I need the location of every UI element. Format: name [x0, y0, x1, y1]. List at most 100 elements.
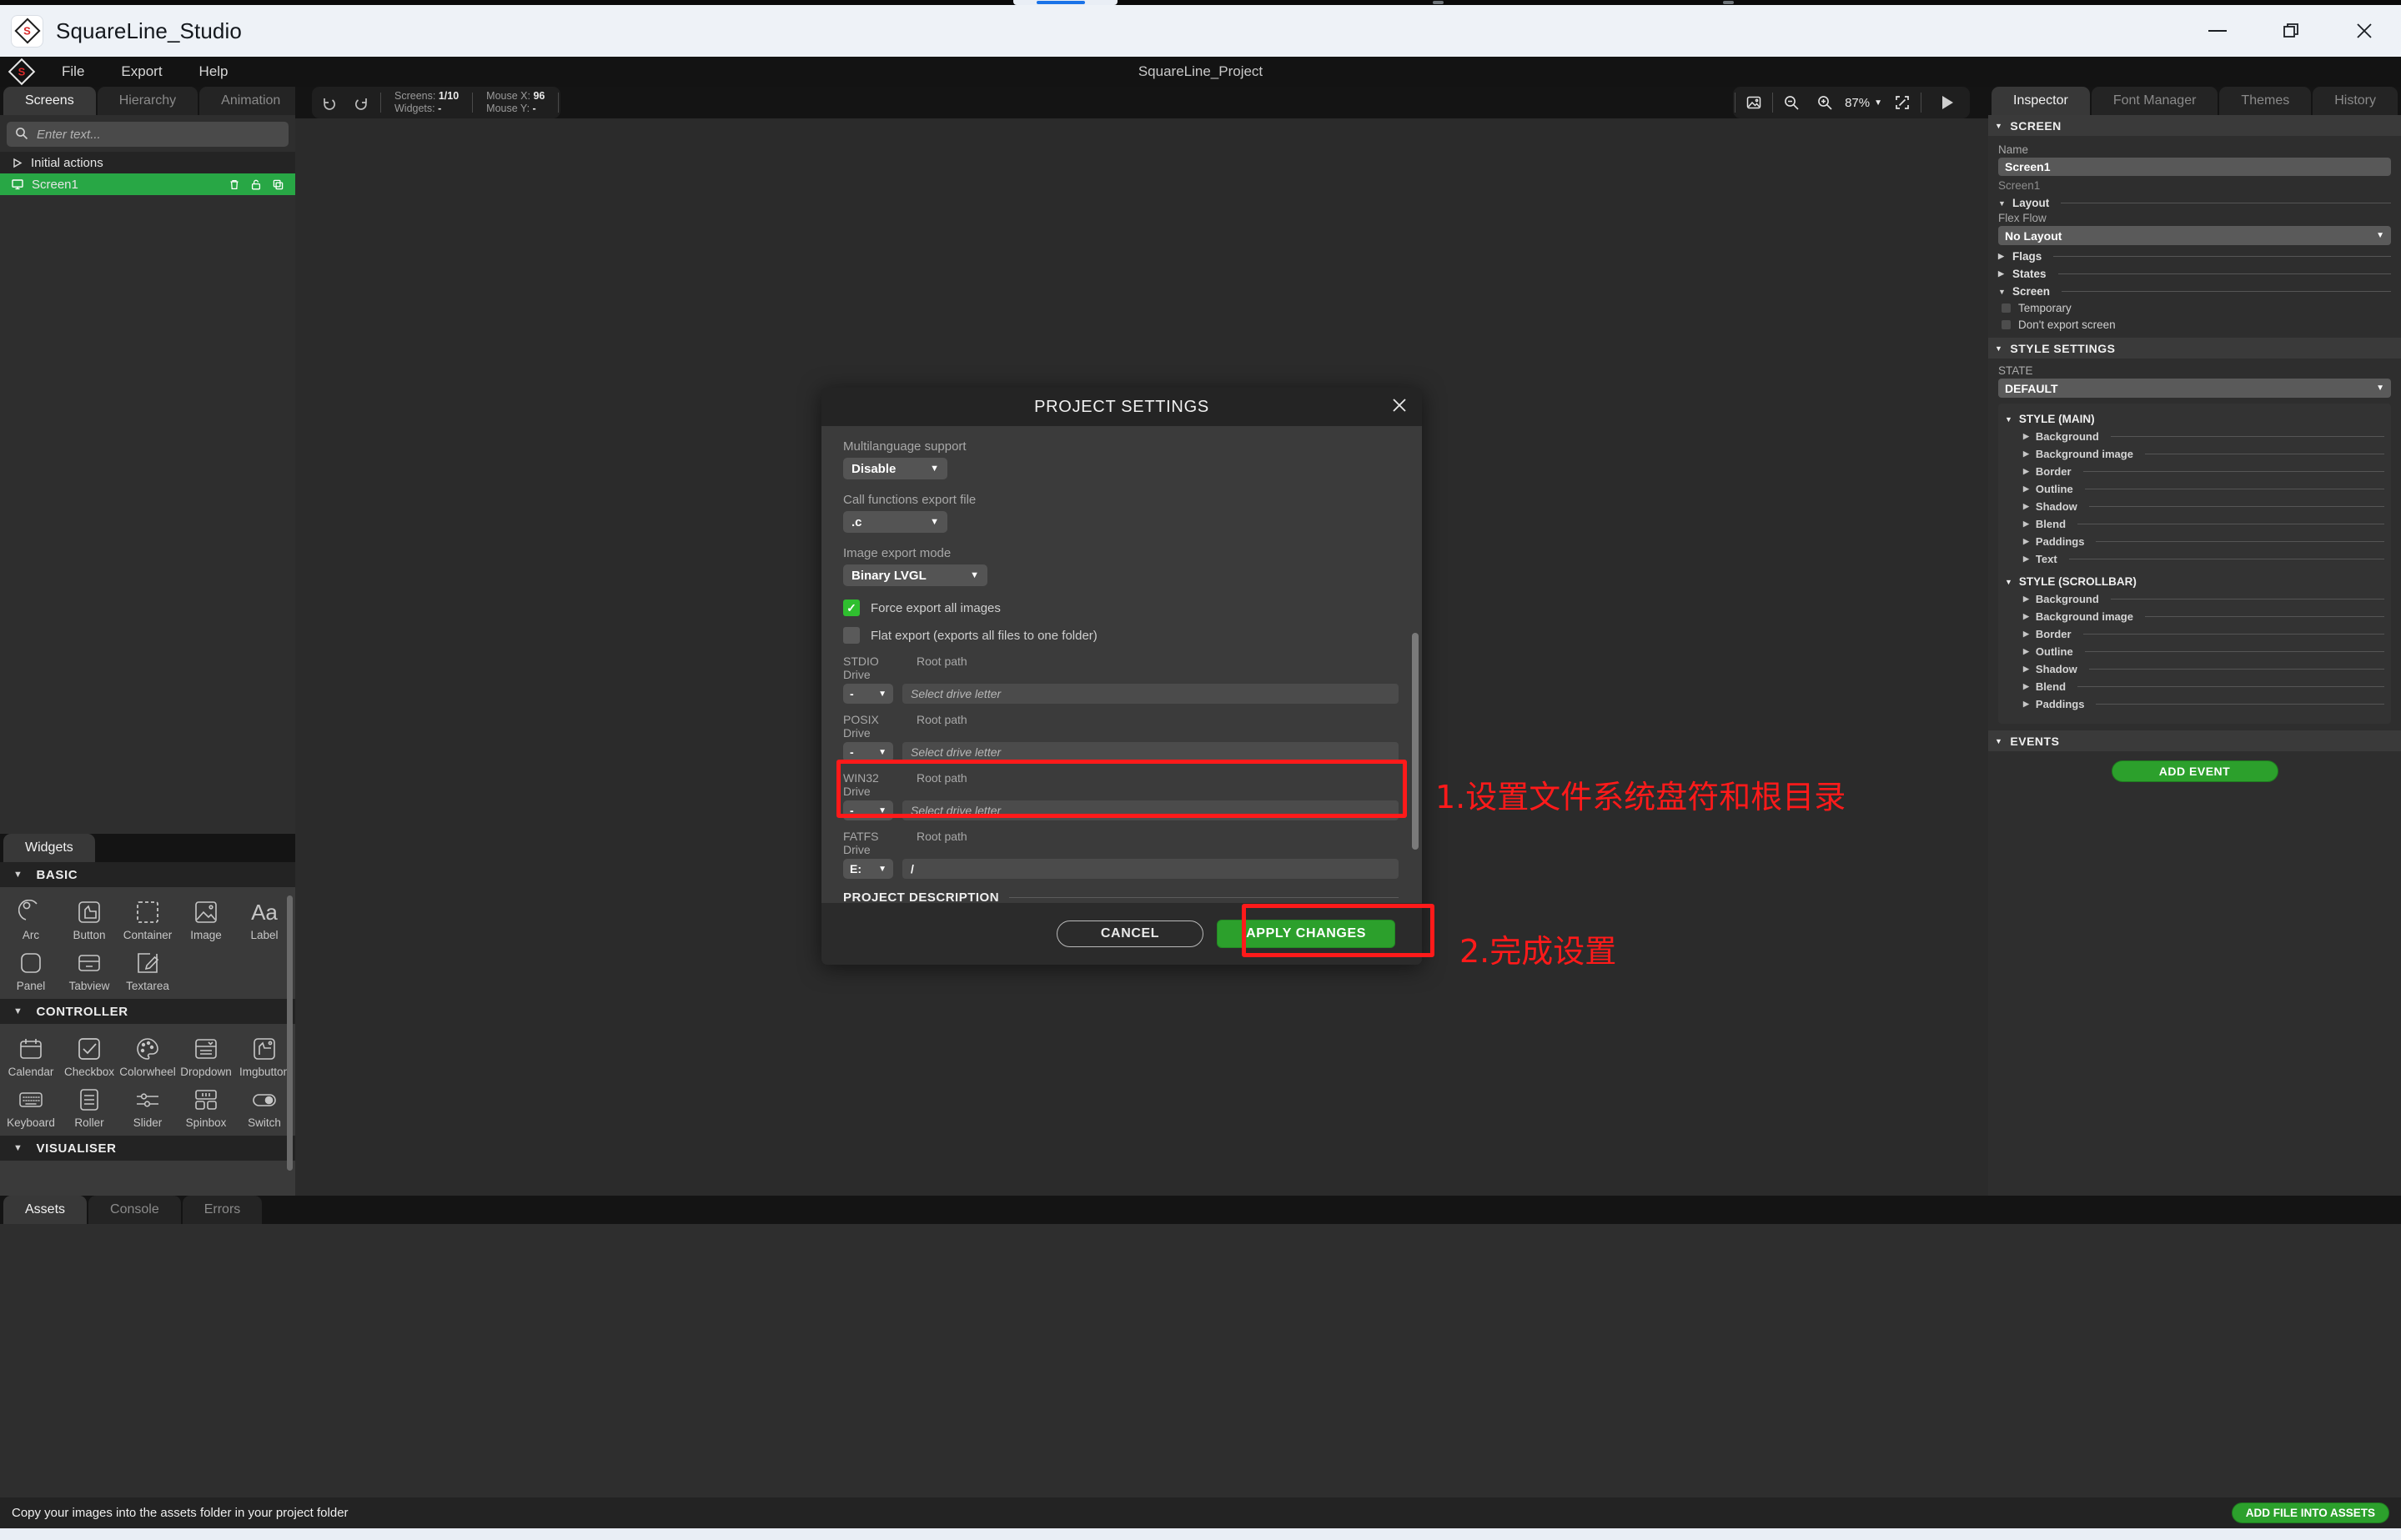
widget-colorwheel[interactable]: Colorwheel [118, 1031, 177, 1078]
widget-roller[interactable]: Roller [60, 1081, 118, 1129]
style-main-header[interactable]: ▼ STYLE (MAIN) [2005, 413, 2384, 425]
tab-animation[interactable]: Animation [199, 87, 303, 115]
fatfs-root-path-input[interactable]: / [902, 859, 1399, 879]
zoom-in-icon[interactable] [1808, 87, 1841, 118]
group-states[interactable]: ▶ States [1998, 268, 2391, 280]
stdio-root-path-input[interactable]: Select drive letter [902, 684, 1399, 704]
multilanguage-support-select[interactable]: Disable ▼ [843, 458, 947, 479]
add-event-button[interactable]: ADD EVENT [2111, 760, 2278, 782]
tab-font-manager[interactable]: Font Manager [2091, 87, 2218, 115]
close-icon[interactable] [1392, 398, 1407, 417]
zoom-level-selector[interactable]: 87% ▼ [1841, 96, 1886, 110]
tab-screens[interactable]: Screens [3, 87, 96, 115]
widget-panel[interactable]: Panel [2, 945, 60, 992]
tab-hierarchy[interactable]: Hierarchy [97, 87, 198, 115]
style-scrollbar-background[interactable]: ▶ Background [2005, 593, 2384, 605]
checkbox-flat-export[interactable]: Flat export (exports all files to one fo… [843, 627, 1399, 644]
tab-widgets[interactable]: Widgets [3, 834, 95, 862]
widget-slider[interactable]: Slider [118, 1081, 177, 1129]
section-events-header[interactable]: ▼ EVENTS [1988, 730, 2401, 751]
widget-button[interactable]: Button [60, 894, 118, 941]
checkbox-temporary[interactable]: Temporary [1998, 302, 2391, 314]
section-screen-header[interactable]: ▼ SCREEN [1988, 115, 2401, 136]
group-flags[interactable]: ▶ Flags [1998, 250, 2391, 263]
dialog-scrollbar[interactable] [1412, 633, 1419, 850]
minimize-icon[interactable] [2181, 5, 2254, 57]
style-main-background[interactable]: ▶ Background [2005, 430, 2384, 443]
screens-search-box[interactable] [7, 122, 289, 147]
cancel-button[interactable]: CANCEL [1056, 920, 1204, 947]
style-scrollbar-paddings[interactable]: ▶ Paddings [2005, 698, 2384, 710]
flex-flow-select[interactable]: No Layout ▼ [1998, 226, 2391, 245]
stdio-drive-letter-select[interactable]: - ▼ [843, 684, 893, 704]
widget-tabview[interactable]: Tabview [60, 945, 118, 992]
style-scrollbar-border[interactable]: ▶ Border [2005, 628, 2384, 640]
style-main-border[interactable]: ▶ Border [2005, 465, 2384, 478]
play-preview-icon[interactable] [1923, 87, 1970, 118]
win32-root-path-input[interactable]: Select drive letter [902, 800, 1399, 820]
screen-name-input[interactable]: Screen1 [1998, 158, 2391, 176]
unlock-icon[interactable] [251, 179, 261, 190]
undo-icon[interactable] [312, 87, 345, 118]
style-scrollbar-background-image[interactable]: ▶ Background image [2005, 610, 2384, 623]
add-file-into-assets-button[interactable]: ADD FILE INTO ASSETS [2231, 1502, 2389, 1523]
widget-category-visualiser[interactable]: ▼ VISUALISER [0, 1136, 295, 1161]
tab-history[interactable]: History [2313, 87, 2398, 115]
tab-errors[interactable]: Errors [182, 1196, 263, 1224]
tab-assets[interactable]: Assets [3, 1196, 88, 1224]
widget-label[interactable]: Aa Label [235, 894, 294, 941]
widget-dropdown[interactable]: Dropdown [177, 1031, 235, 1078]
style-main-paddings[interactable]: ▶ Paddings [2005, 535, 2384, 548]
style-main-blend[interactable]: ▶ Blend [2005, 518, 2384, 530]
menu-export[interactable]: Export [103, 57, 180, 87]
style-main-text[interactable]: ▶ Text [2005, 553, 2384, 565]
menu-help[interactable]: Help [181, 57, 247, 87]
tree-item-initial-actions[interactable]: Initial actions [0, 152, 295, 173]
group-screen[interactable]: ▼ Screen [1998, 285, 2391, 298]
call-functions-export-file-select[interactable]: .c ▼ [843, 511, 947, 533]
image-icon[interactable] [1737, 87, 1771, 118]
widget-keyboard[interactable]: Keyboard [2, 1081, 60, 1129]
widgets-scrollbar[interactable] [287, 895, 293, 1171]
tab-console[interactable]: Console [88, 1196, 181, 1224]
tree-item-screen1[interactable]: Screen1 [0, 173, 295, 195]
widget-category-controller[interactable]: ▼ CONTROLLER [0, 999, 295, 1024]
fit-screen-icon[interactable] [1886, 87, 1919, 118]
widget-category-basic[interactable]: ▼ BASIC [0, 862, 295, 887]
posix-drive-letter-select[interactable]: - ▼ [843, 742, 893, 762]
style-main-shadow[interactable]: ▶ Shadow [2005, 500, 2384, 513]
widget-checkbox[interactable]: Checkbox [60, 1031, 118, 1078]
group-layout[interactable]: ▼ Layout [1998, 197, 2391, 209]
tab-themes[interactable]: Themes [2219, 87, 2312, 115]
widget-switch[interactable]: Switch [235, 1081, 294, 1129]
style-main-outline[interactable]: ▶ Outline [2005, 483, 2384, 495]
style-scrollbar-shadow[interactable]: ▶ Shadow [2005, 663, 2384, 675]
posix-root-path-input[interactable]: Select drive letter [902, 742, 1399, 762]
widget-spinbox[interactable]: Spinbox [177, 1081, 235, 1129]
style-scrollbar-header[interactable]: ▼ STYLE (SCROLLBAR) [2005, 575, 2384, 588]
trash-icon[interactable] [229, 179, 239, 190]
screens-search-input[interactable] [37, 127, 279, 142]
apply-changes-button[interactable]: APPLY CHANGES [1217, 920, 1395, 948]
widget-container[interactable]: Container [118, 894, 177, 941]
widget-calendar[interactable]: Calendar [2, 1031, 60, 1078]
tab-inspector[interactable]: Inspector [1992, 87, 2090, 115]
style-main-background-image[interactable]: ▶ Background image [2005, 448, 2384, 460]
duplicate-icon[interactable] [273, 179, 284, 190]
fatfs-drive-letter-select[interactable]: E: ▼ [843, 859, 893, 879]
win32-drive-letter-select[interactable]: - ▼ [843, 800, 893, 820]
style-scrollbar-outline[interactable]: ▶ Outline [2005, 645, 2384, 658]
menu-file[interactable]: File [43, 57, 103, 87]
section-style-settings-header[interactable]: ▼ STYLE SETTINGS [1988, 338, 2401, 359]
widget-textarea[interactable]: Textarea [118, 945, 177, 992]
widget-arc[interactable]: Arc [2, 894, 60, 941]
widget-imgbutton[interactable]: Imgbutton [235, 1031, 294, 1078]
close-icon[interactable] [2328, 5, 2401, 57]
checkbox-dont-export-screen[interactable]: Don't export screen [1998, 319, 2391, 331]
checkbox-force-export-all-images[interactable]: ✓ Force export all images [843, 599, 1399, 616]
state-select[interactable]: DEFAULT ▼ [1998, 379, 2391, 398]
restore-icon[interactable] [2254, 5, 2328, 57]
widget-image[interactable]: Image [177, 894, 235, 941]
style-scrollbar-blend[interactable]: ▶ Blend [2005, 680, 2384, 693]
redo-icon[interactable] [345, 87, 379, 118]
